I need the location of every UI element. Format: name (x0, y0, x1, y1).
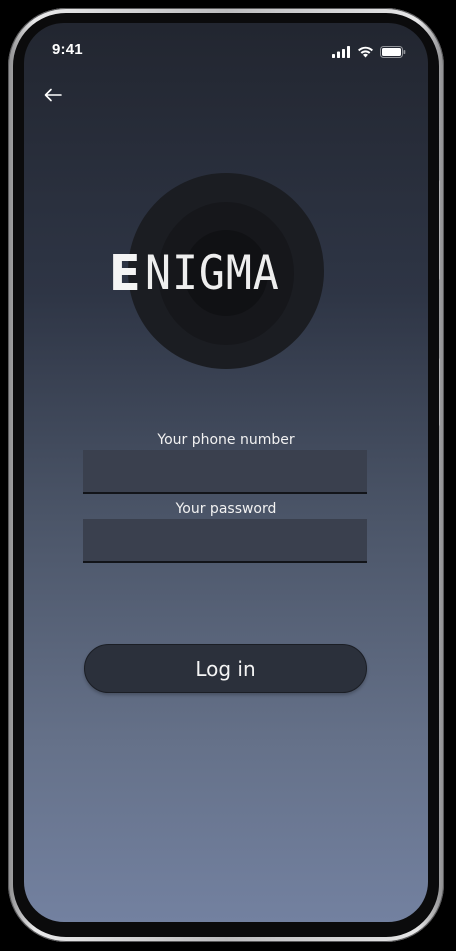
battery-icon (380, 43, 406, 62)
app-screen: 9:41 E NIGMA Your phone number Your pass… (24, 23, 428, 922)
app-logo: E NIGMA (108, 244, 348, 302)
back-button[interactable] (40, 83, 66, 109)
logo-first-letter: E (108, 244, 145, 302)
arrow-left-icon (44, 87, 62, 106)
status-bar: 9:41 (24, 23, 428, 75)
wifi-icon (357, 43, 374, 62)
phone-label: Your phone number (157, 432, 295, 448)
logo-rest-letters: NIGMA (145, 245, 281, 301)
password-input[interactable] (83, 519, 367, 563)
status-time: 9:41 (52, 41, 83, 58)
phone-input[interactable] (83, 450, 367, 494)
status-icons (332, 43, 406, 62)
login-button[interactable]: Log in (84, 644, 367, 693)
cellular-signal-icon (332, 43, 351, 62)
password-label: Your password (175, 501, 277, 517)
